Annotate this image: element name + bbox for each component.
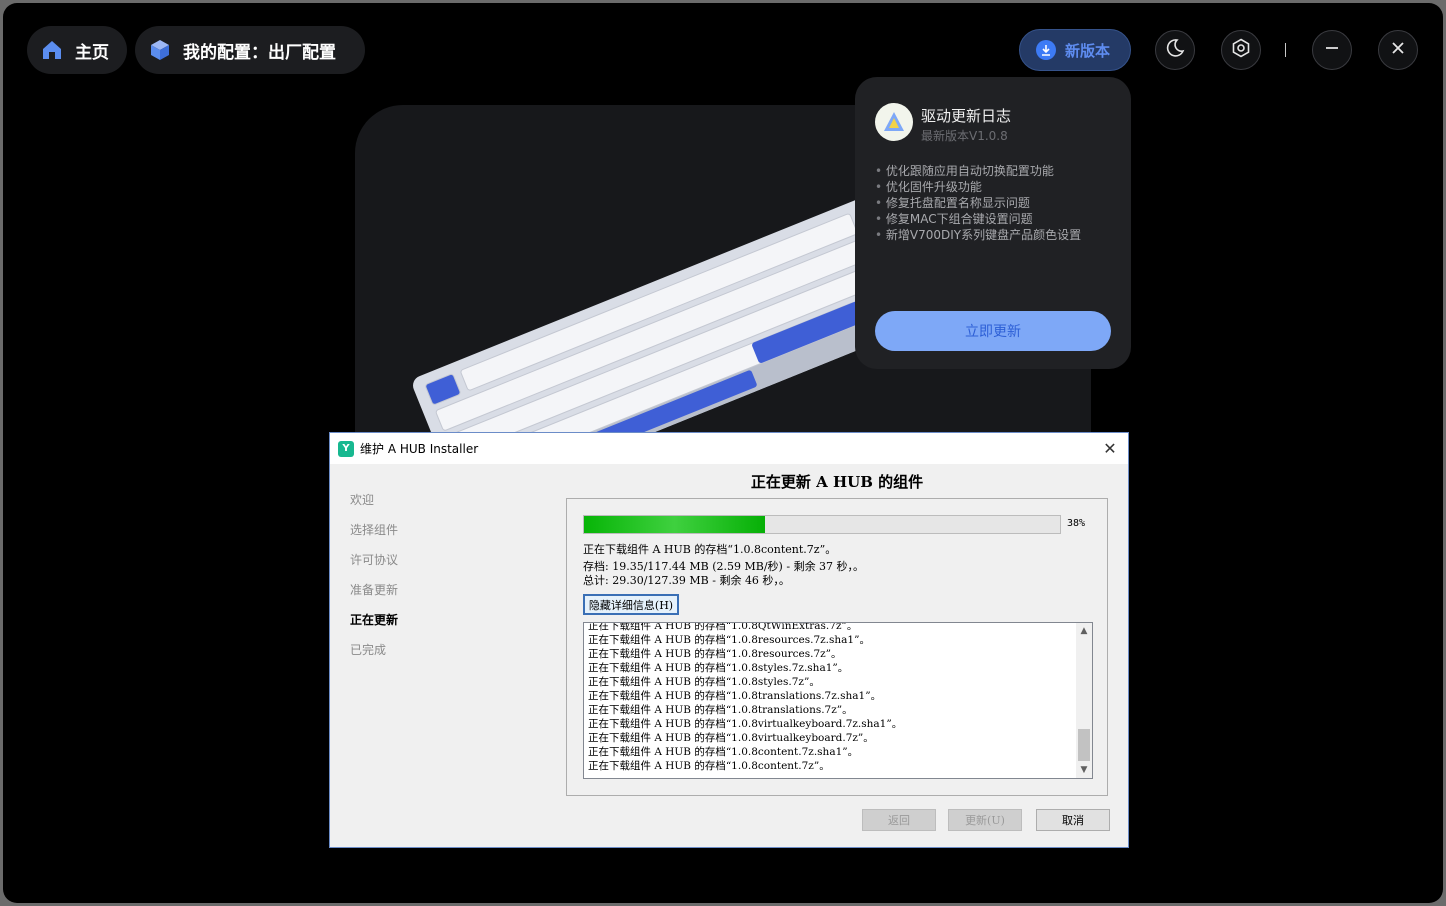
new-version-label: 新版本 (1065, 41, 1111, 60)
log-line: 正在下载组件 A HUB 的存档“1.0.8QtWinExtras.7z”。 (588, 622, 858, 632)
scroll-thumb[interactable] (1078, 729, 1090, 761)
progress-bar (583, 515, 1061, 534)
close-icon (1389, 39, 1407, 61)
minimize-button[interactable] (1312, 30, 1352, 70)
log-line: 正在下载组件 A HUB 的存档“1.0.8styles.7z”。 (588, 676, 820, 688)
installer-steps: 欢迎 选择组件 许可协议 准备更新 正在更新 已完成 (350, 485, 398, 665)
theme-toggle-button[interactable] (1155, 30, 1195, 70)
installer-app-icon: Y (338, 440, 354, 457)
scroll-down-icon[interactable]: ▼ (1076, 762, 1092, 778)
installer-title: 维护 A HUB Installer (360, 442, 479, 456)
progress-fill (584, 516, 765, 533)
moon-icon (1165, 38, 1185, 62)
step-updating: 正在更新 (350, 613, 399, 627)
log-scrollbar[interactable]: ▲ ▼ (1076, 623, 1092, 778)
log-line: 正在下载组件 A HUB 的存档“1.0.8resources.7z”。 (588, 648, 842, 660)
installer-heading: 正在更新 A HUB 的组件 (750, 473, 924, 491)
changelog-popover: 驱动更新日志 最新版本V1.0.8 优化跟随应用自动切换配置功能 优化固件升级功… (855, 77, 1131, 369)
log-line: 正在下载组件 A HUB 的存档“1.0.8virtualkeyboard.7z… (588, 732, 874, 744)
close-app-button[interactable] (1378, 30, 1418, 70)
log-line: 正在下载组件 A HUB 的存档“1.0.8translations.7z”。 (588, 704, 853, 716)
changelog-item: 优化固件升级功能 (875, 179, 1081, 195)
changelog-title: 驱动更新日志 (921, 107, 1012, 125)
download-icon (1036, 40, 1056, 60)
log-line: 正在下载组件 A HUB 的存档“1.0.8translations.7z.sh… (588, 690, 882, 702)
log-line: 正在下载组件 A HUB 的存档“1.0.8virtualkeyboard.7z… (588, 718, 903, 730)
settings-button[interactable] (1221, 30, 1261, 70)
installer-dialog: Y 维护 A HUB Installer ✕ 欢迎 选择组件 许可协议 准备更新… (329, 432, 1129, 848)
settings-icon (1231, 38, 1251, 62)
home-button[interactable]: 主页 (27, 26, 127, 74)
changelog-item: 新增V700DIY系列键盘产品颜色设置 (875, 227, 1081, 243)
back-button[interactable]: 返回 (862, 809, 936, 831)
changelog-item: 修复MAC下组合键设置问题 (875, 211, 1081, 227)
log-line: 正在下载组件 A HUB 的存档“1.0.8resources.7z.sha1”… (588, 634, 870, 646)
changelog-item: 优化跟随应用自动切换配置功能 (875, 163, 1081, 179)
home-icon (39, 37, 65, 63)
progress-percent: 38% (1067, 518, 1086, 529)
status-total: 总计: 29.30/127.39 MB - 剩余 46 秒，。 (583, 574, 790, 587)
changelog-list: 优化跟随应用自动切换配置功能 优化固件升级功能 修复托盘配置名称显示问题 修复M… (875, 163, 1081, 243)
status-current-file: 正在下载组件 A HUB 的存档“1.0.8content.7z”。 (583, 543, 837, 556)
log-line: 正在下载组件 A HUB 的存档“1.0.8content.7z.sha1”。 (588, 746, 859, 758)
cancel-button[interactable]: 取消 (1036, 809, 1110, 831)
hide-details-button[interactable]: 隐藏详细信息(H) (583, 594, 679, 615)
log-line: 正在下载组件 A HUB 的存档“1.0.8content.7z”。 (588, 760, 830, 772)
progress-group: 38% 正在下载组件 A HUB 的存档“1.0.8content.7z”。 存… (566, 498, 1108, 796)
config-label: 我的配置：出厂配置 (183, 42, 336, 63)
changelog-version: 最新版本V1.0.8 (921, 129, 1008, 143)
update-button[interactable]: 更新(U) (948, 809, 1022, 831)
details-log[interactable]: 正在下载组件 A HUB 的存档“1.0.8QtWinExtras.7z”。 正在… (583, 622, 1093, 779)
step-finished: 已完成 (350, 643, 387, 657)
step-prepare: 准备更新 (350, 583, 399, 597)
cube-icon (147, 37, 173, 63)
step-license: 许可协议 (350, 553, 399, 567)
installer-titlebar: Y 维护 A HUB Installer ✕ (330, 433, 1128, 464)
divider (1285, 43, 1286, 57)
log-lines: 正在下载组件 A HUB 的存档“1.0.8QtWinExtras.7z”。 正在… (588, 622, 903, 773)
update-now-button[interactable]: 立即更新 (875, 311, 1111, 351)
step-select-components: 选择组件 (350, 523, 399, 537)
config-selector[interactable]: 我的配置：出厂配置 (135, 26, 365, 74)
app-window: 主页 我的配置：出厂配置 新版本 驱动更新日志 最新版本V1.0.8 • 优化跟… (3, 3, 1443, 903)
scroll-up-icon[interactable]: ▲ (1076, 623, 1092, 639)
minimize-icon (1323, 39, 1341, 61)
home-label: 主页 (75, 42, 109, 63)
new-version-button[interactable]: 新版本 (1019, 29, 1131, 71)
log-line: 正在下载组件 A HUB 的存档“1.0.8styles.7z.sha1”。 (588, 662, 849, 674)
step-welcome: 欢迎 (350, 493, 375, 507)
installer-close-icon[interactable]: ✕ (1100, 438, 1120, 458)
app-logo-icon (875, 103, 913, 141)
changelog-item: 修复托盘配置名称显示问题 (875, 195, 1081, 211)
